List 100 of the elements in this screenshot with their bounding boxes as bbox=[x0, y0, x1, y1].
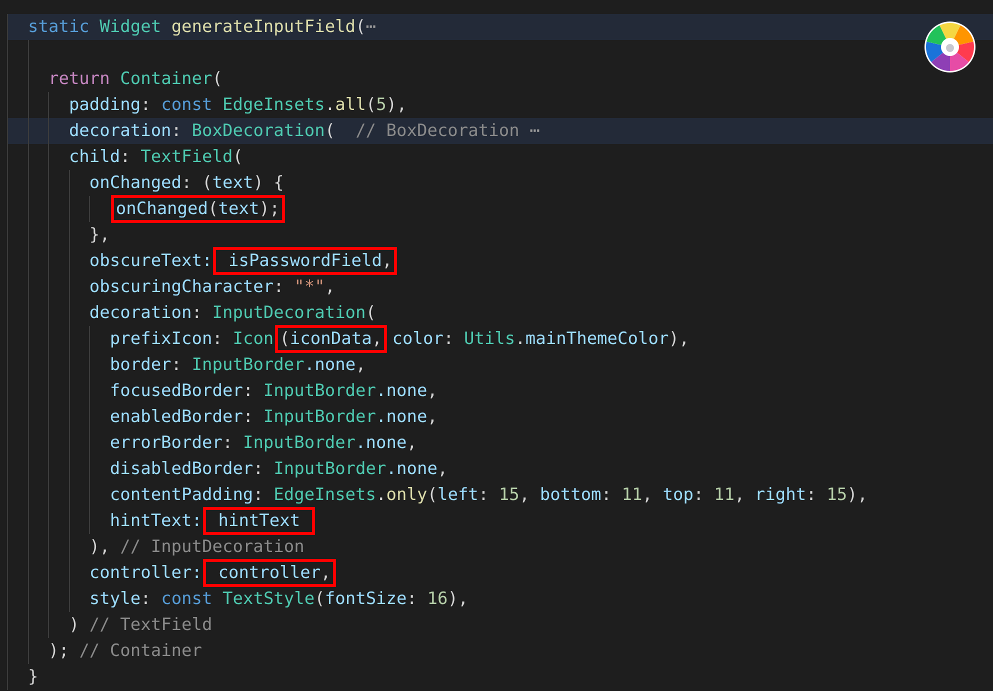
code-token: decoration bbox=[68, 120, 172, 143]
code-token: only bbox=[386, 484, 428, 507]
code-token: ), bbox=[386, 94, 407, 117]
code-token: prefixIcon bbox=[110, 328, 212, 351]
code-token: , bbox=[427, 406, 438, 429]
code-token: : bbox=[212, 328, 224, 351]
code-token: ( bbox=[356, 16, 366, 39]
code-token: hintText: bbox=[110, 510, 202, 533]
code-token: focusedBorder bbox=[110, 380, 243, 403]
code-token: 11 bbox=[622, 484, 642, 507]
code-token: : bbox=[192, 302, 204, 325]
code-token: }, bbox=[89, 224, 110, 247]
code-token: controller: bbox=[89, 562, 202, 585]
code-token: Utils bbox=[464, 328, 516, 351]
code-token: : bbox=[171, 354, 183, 377]
code-token: ( bbox=[232, 146, 243, 169]
code-token: TextField bbox=[140, 146, 233, 169]
code-token: ), bbox=[668, 328, 690, 351]
code-token: . bbox=[515, 328, 526, 351]
code-token: ); bbox=[48, 640, 70, 663]
code-token: : bbox=[406, 588, 418, 611]
code-token: , bbox=[437, 458, 448, 481]
code-token: : bbox=[171, 120, 183, 143]
code-token: : bbox=[806, 484, 818, 507]
code-token: const bbox=[161, 94, 214, 117]
code-token: const bbox=[161, 588, 214, 611]
code-token: obscuringCharacter bbox=[89, 276, 274, 299]
code-token: ( bbox=[212, 68, 222, 91]
code-token: , bbox=[734, 484, 746, 507]
code-token: ( bbox=[324, 120, 336, 143]
code-token: "*" bbox=[294, 276, 325, 299]
code-token: static bbox=[28, 16, 90, 39]
code-token: , bbox=[324, 276, 336, 299]
code-token: ) { bbox=[253, 172, 284, 195]
code-token: : bbox=[222, 432, 234, 455]
code-token: errorBorder bbox=[110, 432, 222, 455]
code-token: // TextField bbox=[89, 614, 212, 637]
code-token: ) bbox=[68, 614, 80, 637]
code-token: : bbox=[601, 484, 613, 507]
code-token: 15 bbox=[498, 484, 520, 507]
code-token: .none bbox=[376, 380, 428, 403]
code-token: style bbox=[89, 588, 141, 611]
code-token: TextStyle bbox=[222, 588, 315, 611]
code-token: bottom bbox=[540, 484, 602, 507]
code-token: ), bbox=[89, 536, 111, 559]
code-token: BoxDecoration bbox=[192, 120, 325, 143]
code-token: : ( bbox=[182, 172, 212, 195]
code-token: : bbox=[274, 276, 285, 299]
code-token: InputBorder bbox=[192, 354, 304, 377]
code-token: InputBorder bbox=[263, 380, 376, 403]
code-token: : bbox=[140, 94, 152, 117]
code-token: . bbox=[324, 94, 336, 117]
code-token: : bbox=[693, 484, 705, 507]
code-token: .none bbox=[386, 458, 438, 481]
code-token: ), bbox=[448, 588, 468, 611]
code-token: , bbox=[356, 354, 366, 377]
code-token: border bbox=[110, 354, 172, 377]
code-token: 5 bbox=[376, 94, 386, 117]
code-token: ), bbox=[847, 484, 868, 507]
code-token: 11 bbox=[714, 484, 734, 507]
code-token: ( bbox=[314, 588, 325, 611]
code-token: text bbox=[212, 172, 254, 195]
highlight-box: hintText bbox=[203, 507, 316, 535]
code-token: ⋯ bbox=[528, 120, 540, 143]
code-token: , bbox=[642, 484, 654, 507]
code-token: Container bbox=[120, 68, 212, 91]
highlight-box: controller, bbox=[203, 559, 336, 587]
code-token: : bbox=[253, 484, 264, 507]
code-token: // Container bbox=[79, 640, 202, 663]
code-token: onChanged bbox=[89, 172, 182, 195]
code-token: : bbox=[120, 146, 132, 169]
code-token: mainThemeColor bbox=[525, 328, 669, 351]
code-token: 16 bbox=[427, 588, 448, 611]
code-token: .none bbox=[376, 406, 428, 429]
code-token: InputBorder bbox=[274, 458, 386, 481]
highlight-box: onChanged(text); bbox=[110, 195, 285, 223]
code-token: , bbox=[519, 484, 531, 507]
code-token: decoration bbox=[89, 302, 192, 325]
code-token: : bbox=[242, 406, 254, 429]
code-token: Widget bbox=[100, 16, 162, 39]
code-token: : bbox=[443, 328, 455, 351]
code-token: ( bbox=[427, 484, 438, 507]
code-token: .none bbox=[304, 354, 356, 377]
code-token: InputDecoration bbox=[212, 302, 366, 325]
code-token: InputBorder bbox=[242, 432, 356, 455]
code-token: fontSize bbox=[324, 588, 407, 611]
code-token: left bbox=[437, 484, 478, 507]
code-token: all bbox=[335, 94, 366, 117]
code-token: , bbox=[406, 432, 417, 455]
highlight-box: (iconData, bbox=[274, 325, 388, 353]
code-token: disabledBorder bbox=[110, 458, 254, 481]
code-token: obscureText: bbox=[89, 250, 212, 273]
code-token: ( bbox=[366, 302, 376, 325]
color-wheel-icon[interactable] bbox=[924, 21, 976, 73]
code-token: contentPadding bbox=[110, 484, 254, 507]
code-token: EdgeInsets bbox=[274, 484, 376, 507]
code-token: enabledBorder bbox=[110, 406, 243, 429]
code-token: } bbox=[28, 666, 38, 689]
code-token: return bbox=[48, 68, 111, 91]
code-token: ( bbox=[366, 94, 376, 117]
